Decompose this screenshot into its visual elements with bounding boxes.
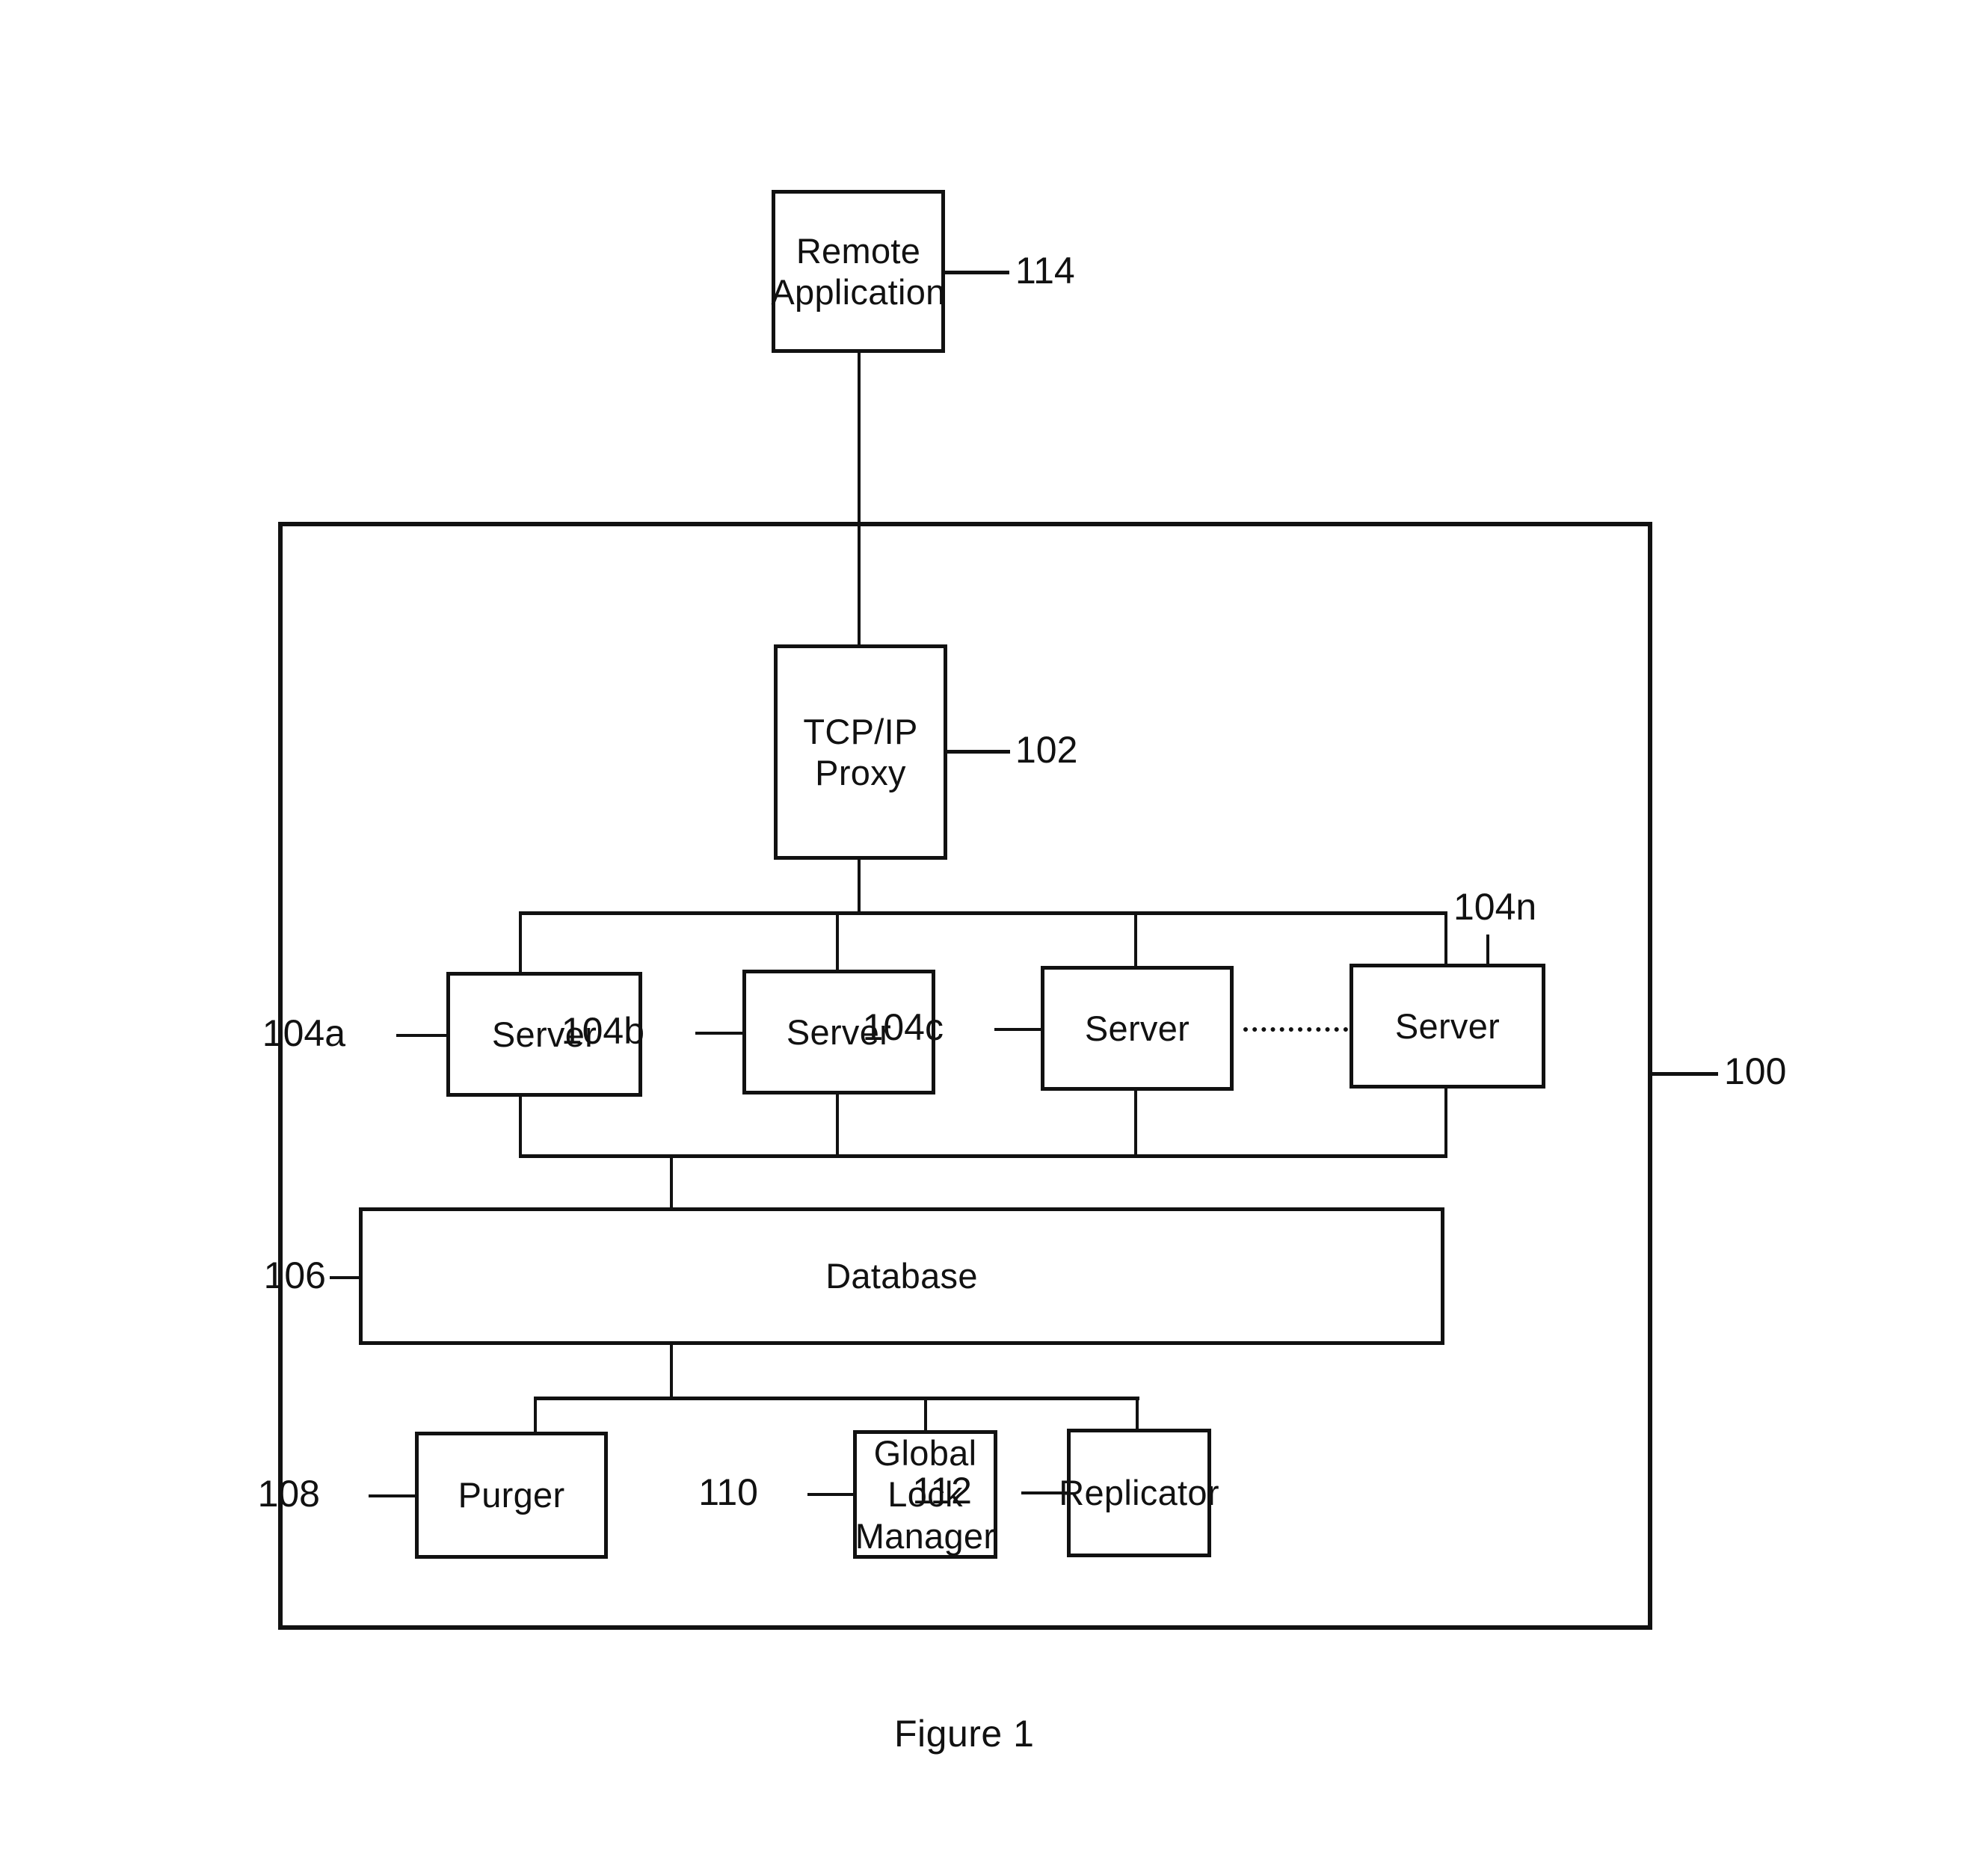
ref-104a: 104a [262, 1012, 345, 1054]
services-bus-drop-glm [924, 1397, 927, 1432]
purger-leader [369, 1494, 416, 1497]
server-bus-upper-drop-1 [519, 911, 522, 973]
ref-104c: 104c [862, 1006, 944, 1048]
replicator-box: Replicator [1059, 1429, 1219, 1557]
server-box-104c: Server [1041, 966, 1234, 1091]
ref-102: 102 [1015, 729, 1078, 771]
ref-100: 100 [1724, 1050, 1787, 1092]
services-bus [534, 1397, 1139, 1400]
server-label-104n: Server [1394, 1006, 1501, 1046]
ref-112: 112 [912, 1470, 972, 1512]
figure-caption: Figure 1 [894, 1713, 1035, 1755]
connector-server-bus-to-database [670, 1154, 673, 1209]
ref-106: 106 [263, 1254, 326, 1296]
replicator-label: Replicator [1059, 1473, 1219, 1513]
services-bus-drop-purger [534, 1397, 537, 1434]
server-box-104n: Server [1350, 964, 1545, 1089]
figure-canvas: Remote Application 114 100 TCP/IP Proxy … [0, 0, 1988, 1872]
database-leader [330, 1276, 360, 1279]
server-bus-lower-riser-4 [1444, 1089, 1447, 1156]
ref-114: 114 [1015, 250, 1075, 292]
tcp-ip-proxy-box: TCP/IP Proxy [774, 644, 947, 860]
database-label: Database [825, 1256, 978, 1296]
server-bus-upper [519, 911, 1447, 915]
remote-application-label: Remote Application [771, 230, 946, 312]
server-leader-104n [1486, 935, 1489, 964]
ref-108: 108 [257, 1473, 320, 1515]
services-bus-drop-replicator [1136, 1397, 1139, 1430]
server-bus-lower-riser-1 [519, 1097, 522, 1156]
server-bus-lower-riser-2 [836, 1094, 839, 1156]
tcp-ip-proxy-label: TCP/IP Proxy [803, 711, 918, 792]
connector-proxy-to-server-bus [858, 860, 861, 914]
remote-application-box: Remote Application [771, 190, 946, 353]
remote-application-leader [945, 271, 1009, 274]
ref-104n: 104n [1453, 886, 1537, 928]
system-frame-leader [1651, 1072, 1718, 1076]
ref-110: 110 [698, 1471, 758, 1513]
connector-database-to-services-bus [670, 1345, 673, 1399]
server-bus-lower-riser-3 [1134, 1091, 1137, 1156]
server-bus-upper-drop-4 [1444, 911, 1447, 965]
database-box: Database [359, 1207, 1444, 1345]
global-lock-manager-leader [807, 1493, 854, 1496]
server-leader-104a [396, 1034, 447, 1037]
purger-label: Purger [458, 1475, 565, 1515]
purger-box: Purger [415, 1432, 608, 1559]
server-bus-upper-drop-2 [836, 911, 839, 970]
server-ellipsis-connector [1243, 1027, 1348, 1032]
tcp-ip-proxy-leader [947, 750, 1010, 754]
server-bus-lower [519, 1154, 1447, 1158]
server-bus-upper-drop-3 [1134, 911, 1137, 967]
server-leader-104c [994, 1028, 1041, 1031]
replicator-leader [1021, 1491, 1068, 1494]
ref-104b: 104b [561, 1010, 644, 1052]
server-label-104c: Server [1084, 1008, 1190, 1048]
server-leader-104b [695, 1032, 743, 1035]
